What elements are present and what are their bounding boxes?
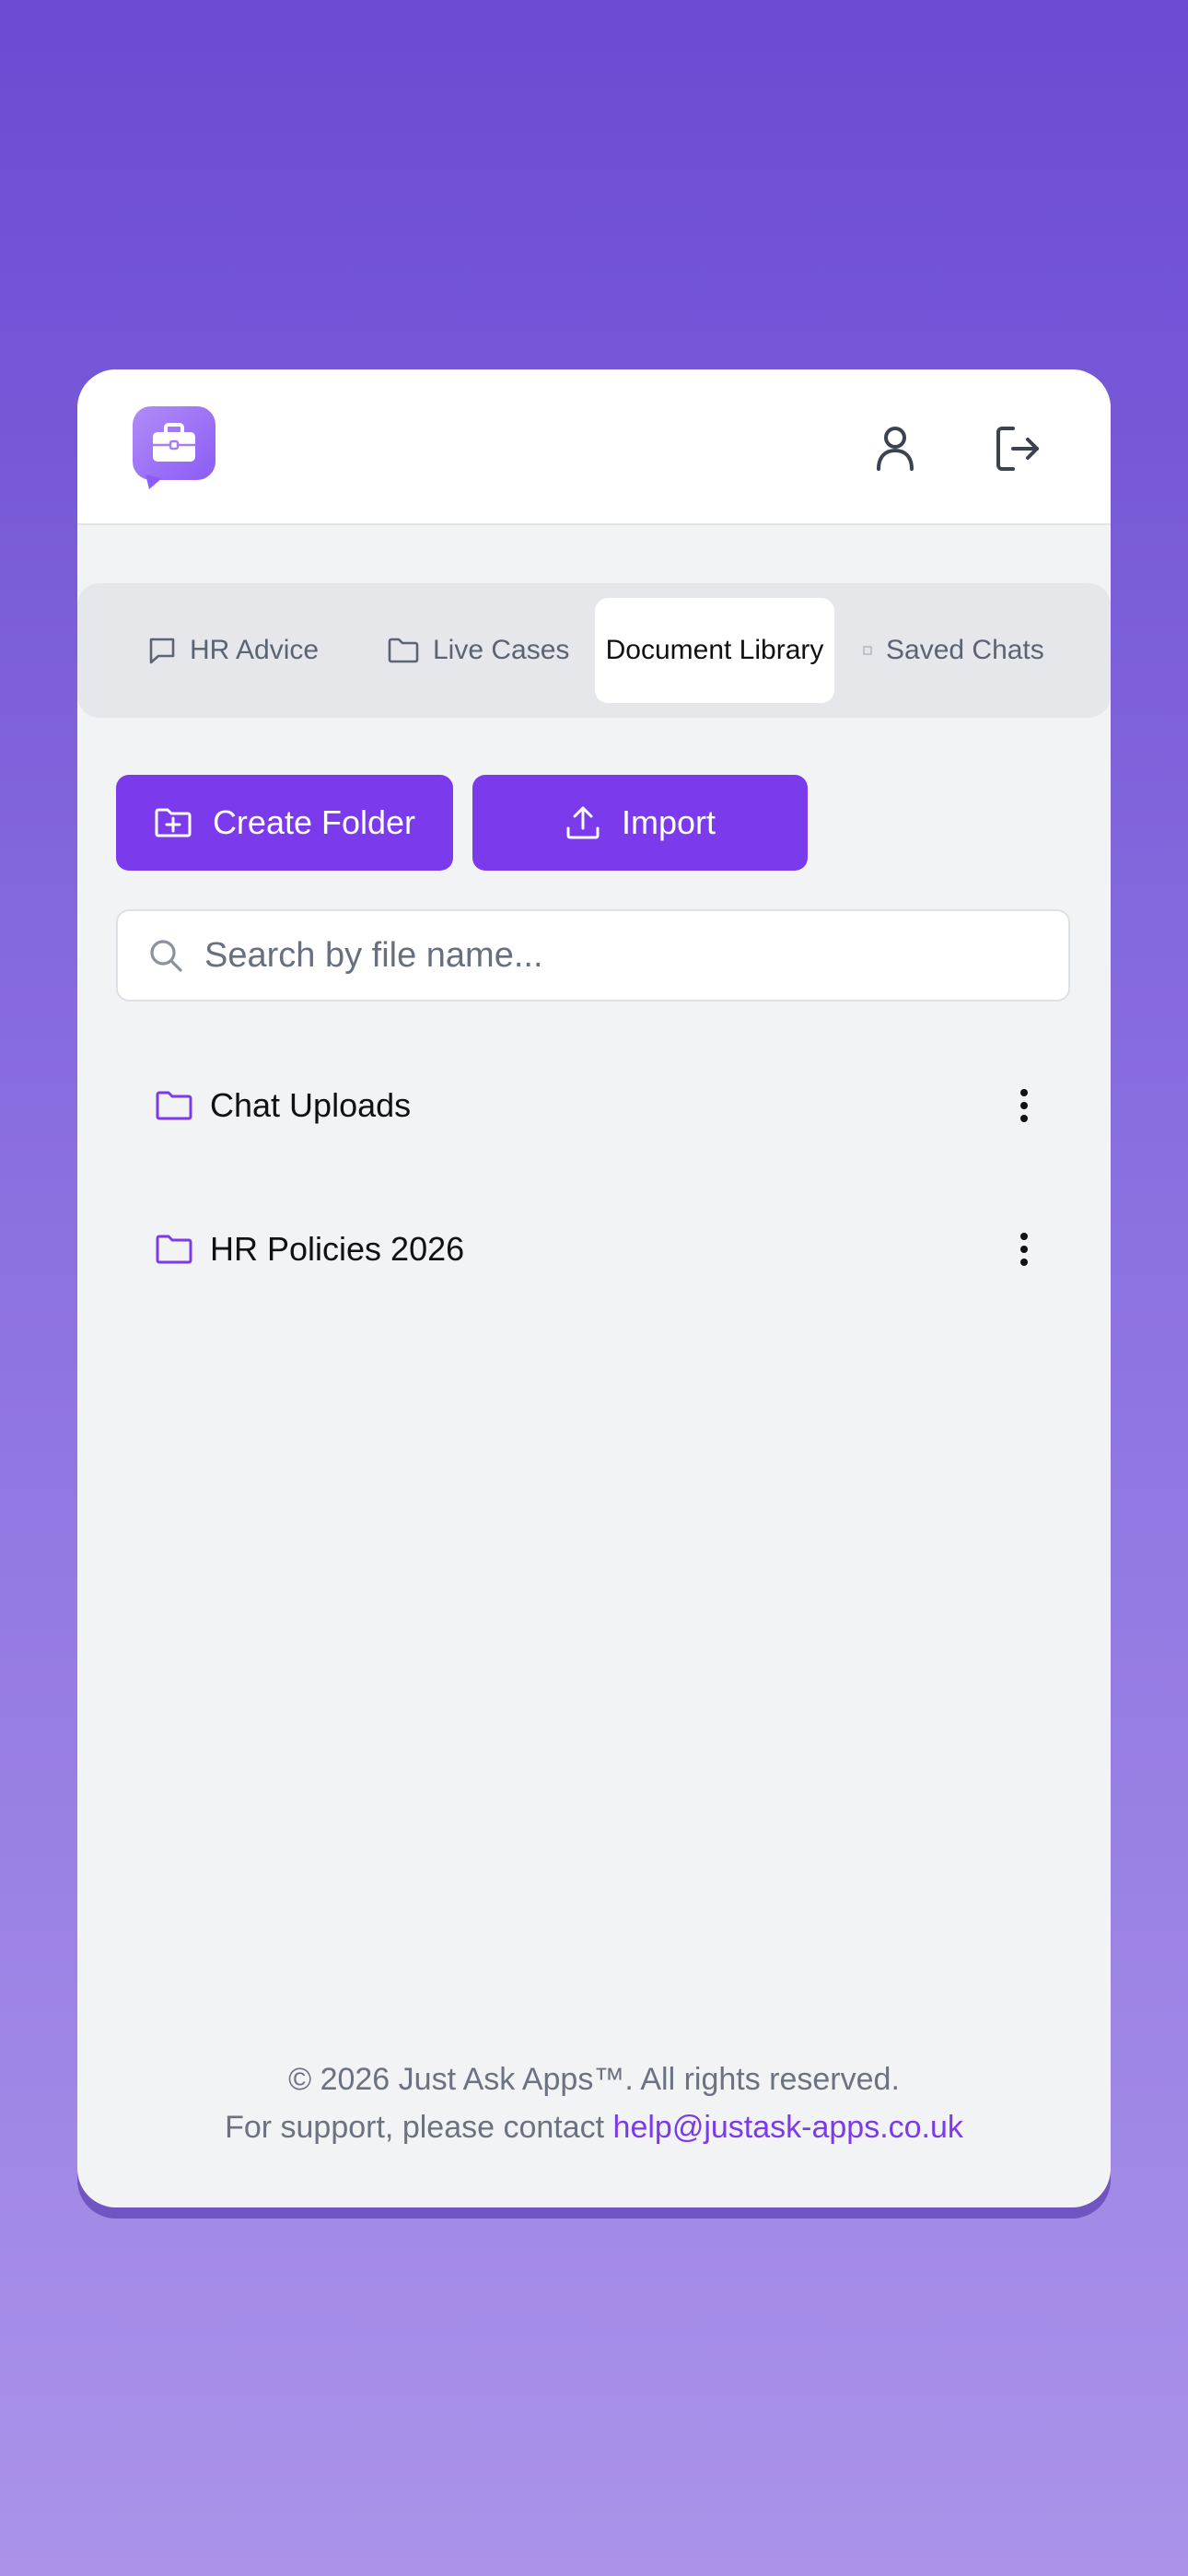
app-card: HR Advice Live Cases Document Library Sa… <box>77 369 1111 2207</box>
support-prefix: For support, please contact <box>225 2110 613 2145</box>
briefcase-chat-icon[interactable] <box>133 406 215 489</box>
more-options-icon[interactable] <box>1006 1083 1042 1128</box>
folder-icon <box>388 638 419 663</box>
folder-row[interactable]: Chat Uploads <box>116 1060 1070 1152</box>
search-input[interactable] <box>203 934 1035 977</box>
tab-live-cases[interactable]: Live Cases <box>387 598 569 703</box>
import-label: Import <box>621 803 716 841</box>
upload-icon <box>566 806 600 839</box>
tab-label: Saved Chats <box>886 635 1044 665</box>
bookmark-icon <box>863 646 872 655</box>
search-box <box>116 909 1070 1001</box>
create-folder-button[interactable]: Create Folder <box>116 775 453 871</box>
chat-bubble-icon <box>149 638 175 664</box>
tab-document-library[interactable]: Document Library <box>595 598 834 703</box>
import-button[interactable]: Import <box>472 775 808 871</box>
folder-row[interactable]: HR Policies 2026 <box>116 1203 1070 1295</box>
tab-label: HR Advice <box>190 635 320 665</box>
folder-icon <box>156 1235 192 1264</box>
folder-name: Chat Uploads <box>210 1086 412 1124</box>
search-icon <box>150 940 182 972</box>
user-icon[interactable] <box>866 419 925 478</box>
tab-hr-advice[interactable]: HR Advice <box>147 598 319 703</box>
more-options-icon[interactable] <box>1006 1227 1042 1271</box>
support-line: For support, please contact help@justask… <box>77 2103 1111 2151</box>
tab-bar: HR Advice Live Cases Document Library Sa… <box>77 583 1111 718</box>
tab-label: Document Library <box>605 635 824 665</box>
logout-icon[interactable] <box>989 419 1048 478</box>
create-folder-label: Create Folder <box>212 803 416 841</box>
support-email-link[interactable]: help@justask-apps.co.uk <box>613 2110 963 2145</box>
top-bar <box>77 369 1111 525</box>
folder-icon <box>156 1091 192 1120</box>
folder-plus-icon <box>155 808 192 837</box>
folder-name: HR Policies 2026 <box>210 1230 465 1268</box>
footer: © 2026 Just Ask Apps™. All rights reserv… <box>77 2055 1111 2151</box>
tab-label: Live Cases <box>433 635 570 665</box>
tab-saved-chats[interactable]: Saved Chats <box>862 598 1044 703</box>
copyright-text: © 2026 Just Ask Apps™. All rights reserv… <box>288 2062 900 2097</box>
